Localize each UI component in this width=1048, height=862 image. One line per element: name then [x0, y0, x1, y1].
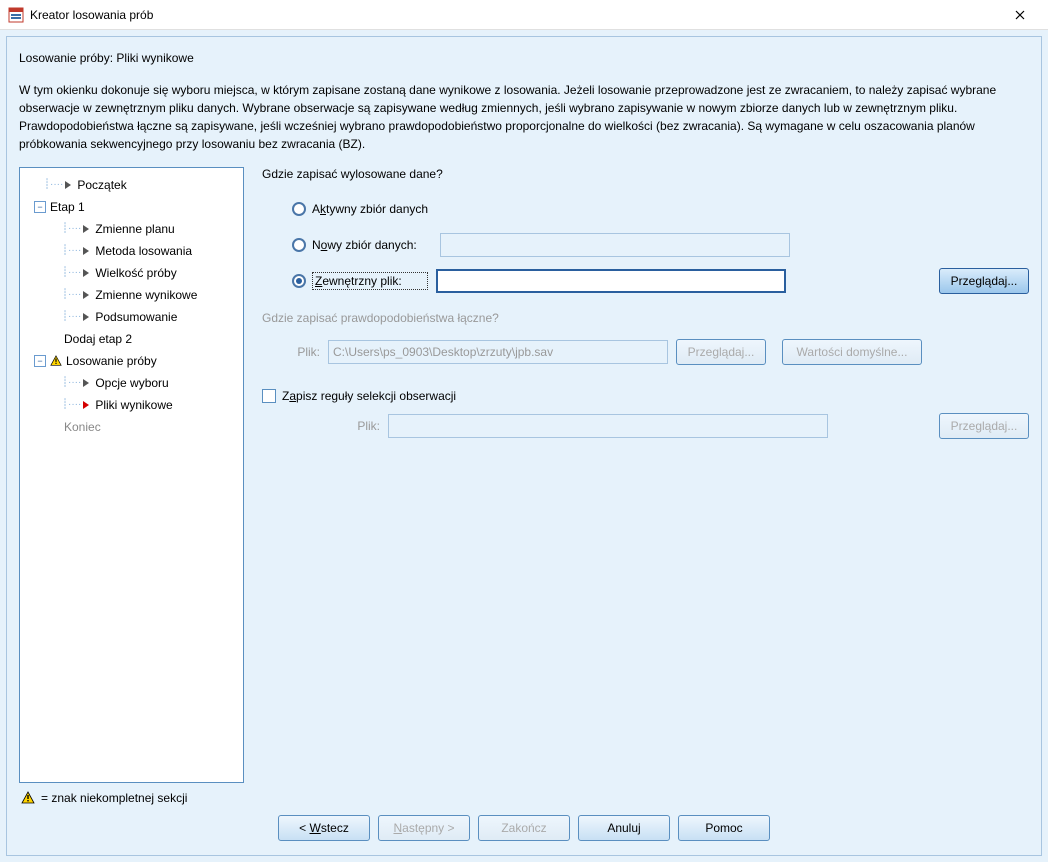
- browse-external-button[interactable]: Przeglądaj...: [939, 268, 1029, 294]
- radio-active-dataset-row: Aktywny zbiór danych: [292, 197, 1029, 221]
- arrow-icon: [83, 401, 89, 409]
- tree-item-7[interactable]: Dodaj etap 2: [24, 328, 239, 350]
- output-location-group: Aktywny zbiór danych Nowy zbiór danych: …: [292, 197, 1029, 293]
- content-pane: Losowanie próby: Pliki wynikowe W tym ok…: [6, 36, 1042, 856]
- radio-new-dataset-label: Nowy zbiór danych:: [312, 238, 432, 252]
- form-area: Gdzie zapisać wylosowane dane? Aktywny z…: [262, 167, 1029, 805]
- next-button: Następny >: [378, 815, 470, 841]
- joint-prob-file-label: Plik:: [292, 345, 320, 359]
- cancel-button[interactable]: Anuluj: [578, 815, 670, 841]
- tree-item-label: Wielkość próby: [95, 264, 176, 282]
- app-icon: [8, 7, 24, 23]
- help-button[interactable]: Pomoc: [678, 815, 770, 841]
- warning-icon: [50, 355, 62, 367]
- arrow-icon: [65, 181, 71, 189]
- tree-item-8[interactable]: − Losowanie próby: [24, 350, 239, 372]
- tree-item-0[interactable]: ┊···· Początek: [24, 174, 239, 196]
- new-dataset-name-input: [440, 233, 790, 257]
- titlebar: Kreator losowania prób: [0, 0, 1048, 30]
- radio-external-file-row: Zewnętrzny plik: Przeglądaj...: [292, 269, 1029, 293]
- tree-connector: ┊····: [62, 374, 81, 392]
- tree-item-label: Pliki wynikowe: [95, 396, 172, 414]
- tree-connector: ┊····: [62, 264, 81, 282]
- tree-item-label: Początek: [77, 176, 126, 194]
- browse-rules-button: Przeglądaj...: [939, 413, 1029, 439]
- tree-column: ┊····Początek−Etap 1┊····Zmienne planu┊·…: [19, 167, 244, 805]
- rules-file-row: Plik: Przeglądaj...: [352, 413, 1029, 439]
- tree-connector: ┊····: [44, 176, 63, 194]
- tree-item-label: Metoda losowania: [95, 242, 192, 260]
- arrow-icon: [83, 225, 89, 233]
- section2-title: Gdzie zapisać prawdopodobieństwa łączne?: [262, 311, 1029, 325]
- joint-prob-file-input: [328, 340, 668, 364]
- close-button[interactable]: [1000, 1, 1040, 29]
- tree-item-5[interactable]: ┊···· Zmienne wynikowe: [24, 284, 239, 306]
- save-rules-checkbox[interactable]: [262, 389, 276, 403]
- dialog-body: Losowanie próby: Pliki wynikowe W tym ok…: [0, 30, 1048, 862]
- tree-item-2[interactable]: ┊···· Zmienne planu: [24, 218, 239, 240]
- tree-item-11[interactable]: Koniec: [24, 416, 239, 438]
- rules-file-label: Plik:: [352, 419, 380, 433]
- defaults-button: Wartości domyślne...: [782, 339, 922, 365]
- arrow-icon: [83, 291, 89, 299]
- tree-connector: ┊····: [62, 308, 81, 326]
- window-title: Kreator losowania prób: [30, 8, 1000, 22]
- tree-item-label: Losowanie próby: [66, 352, 157, 370]
- tree-connector: ┊····: [62, 242, 81, 260]
- tree-toggle-icon[interactable]: −: [34, 201, 46, 213]
- tree-item-label: Etap 1: [50, 198, 85, 216]
- tree-toggle-icon[interactable]: −: [34, 355, 46, 367]
- tree-item-label: Koniec: [64, 418, 101, 436]
- tree-legend: = znak niekompletnej sekcji: [19, 783, 244, 805]
- external-file-input[interactable]: [436, 269, 786, 293]
- radio-active-dataset-label: Aktywny zbiór danych: [312, 202, 428, 216]
- tree-item-label: Podsumowanie: [95, 308, 177, 326]
- warning-icon: [21, 791, 35, 805]
- save-rules-label: Zapisz reguły selekcji obserwacji: [282, 389, 456, 403]
- back-button[interactable]: < Wstecz: [278, 815, 370, 841]
- tree-item-9[interactable]: ┊···· Opcje wyboru: [24, 372, 239, 394]
- tree-item-label: Opcje wyboru: [95, 374, 168, 392]
- radio-new-dataset-row: Nowy zbiór danych:: [292, 233, 1029, 257]
- wizard-window: Kreator losowania prób Losowanie próby: …: [0, 0, 1048, 862]
- rules-file-input: [388, 414, 828, 438]
- page-title: Losowanie próby: Pliki wynikowe: [19, 51, 1029, 65]
- tree-connector: ┊····: [62, 396, 81, 414]
- page-description: W tym okienku dokonuje się wyboru miejsc…: [19, 81, 1029, 153]
- radio-new-dataset[interactable]: [292, 238, 306, 252]
- tree-item-10[interactable]: ┊···· Pliki wynikowe: [24, 394, 239, 416]
- section1-title: Gdzie zapisać wylosowane dane?: [262, 167, 1029, 181]
- tree-item-4[interactable]: ┊···· Wielkość próby: [24, 262, 239, 284]
- arrow-icon: [83, 313, 89, 321]
- arrow-icon: [83, 247, 89, 255]
- tree-connector: ┊····: [62, 286, 81, 304]
- finish-button: Zakończ: [478, 815, 570, 841]
- radio-external-file[interactable]: [292, 274, 306, 288]
- tree-connector: ┊····: [62, 220, 81, 238]
- save-rules-row: Zapisz reguły selekcji obserwacji: [262, 389, 1029, 403]
- wizard-tree[interactable]: ┊····Początek−Etap 1┊····Zmienne planu┊·…: [19, 167, 244, 783]
- tree-item-6[interactable]: ┊···· Podsumowanie: [24, 306, 239, 328]
- joint-prob-section: Gdzie zapisać prawdopodobieństwa łączne?…: [262, 311, 1029, 365]
- arrow-icon: [83, 269, 89, 277]
- tree-item-label: Zmienne planu: [95, 220, 174, 238]
- tree-item-label: Dodaj etap 2: [64, 330, 132, 348]
- arrow-icon: [83, 379, 89, 387]
- legend-text: = znak niekompletnej sekcji: [41, 791, 187, 805]
- tree-item-1[interactable]: −Etap 1: [24, 196, 239, 218]
- tree-item-3[interactable]: ┊···· Metoda losowania: [24, 240, 239, 262]
- browse-joint-prob-button: Przeglądaj...: [676, 339, 766, 365]
- radio-active-dataset[interactable]: [292, 202, 306, 216]
- radio-external-file-label: Zewnętrzny plik:: [312, 272, 428, 290]
- joint-prob-file-row: Plik: Przeglądaj... Wartości domyślne...: [292, 339, 1029, 365]
- tree-item-label: Zmienne wynikowe: [95, 286, 197, 304]
- wizard-buttons: < Wstecz Następny > Zakończ Anuluj Pomoc: [19, 805, 1029, 845]
- main-row: ┊····Początek−Etap 1┊····Zmienne planu┊·…: [19, 167, 1029, 805]
